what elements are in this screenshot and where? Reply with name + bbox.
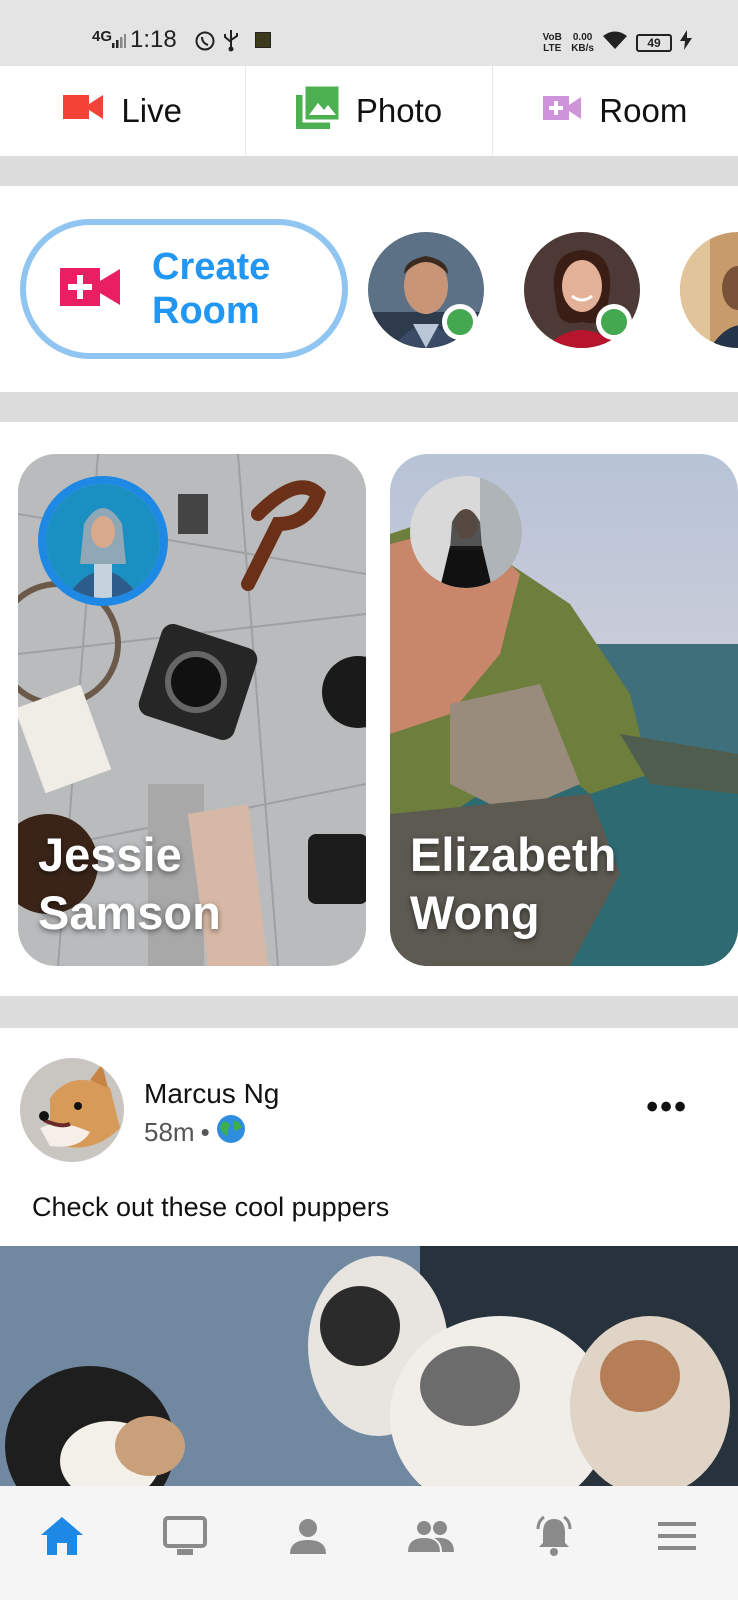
live-label: Live bbox=[121, 92, 182, 129]
online-friend-avatar[interactable] bbox=[680, 232, 738, 348]
create-room-label: Create Room bbox=[152, 245, 292, 333]
story-last-name: Wong bbox=[410, 886, 540, 939]
post-photo[interactable] bbox=[0, 1246, 738, 1486]
more-options-button[interactable]: ••• bbox=[646, 1088, 688, 1127]
photo-button[interactable]: Photo bbox=[246, 66, 493, 156]
post-author-name[interactable]: Marcus Ng bbox=[144, 1078, 279, 1110]
video-camera-icon bbox=[63, 92, 105, 130]
story-last-name: Samson bbox=[38, 886, 221, 939]
video-call-icon bbox=[543, 92, 583, 130]
post-caption: Check out these cool puppers bbox=[32, 1192, 390, 1222]
separator-dot: • bbox=[200, 1117, 210, 1147]
network-type: 4G bbox=[92, 28, 113, 45]
story-first-name: Elizabeth bbox=[410, 828, 617, 881]
online-indicator bbox=[442, 304, 478, 340]
story-owner-avatar bbox=[38, 476, 168, 606]
notifications-icon bbox=[533, 1515, 575, 1562]
home-icon bbox=[40, 1516, 83, 1560]
rooms-row: Create Room bbox=[0, 186, 738, 392]
status-bar: 4G 1:18 VoB LTE 0.00 KB/s 49 bbox=[0, 0, 738, 66]
volte-indicator: VoB LTE bbox=[542, 31, 562, 54]
story-card[interactable]: Jessie Samson bbox=[18, 454, 366, 966]
room-label: Room bbox=[599, 92, 688, 129]
story-owner-avatar bbox=[410, 476, 522, 588]
live-button[interactable]: Live bbox=[0, 66, 247, 156]
create-room-button[interactable]: Create Room bbox=[20, 219, 348, 359]
post-author-avatar[interactable] bbox=[20, 1058, 124, 1162]
create-room-line2: Room bbox=[152, 290, 260, 332]
nav-notifications[interactable] bbox=[524, 1508, 584, 1568]
photo-label: Photo bbox=[355, 92, 443, 129]
post-meta: 58m • bbox=[144, 1114, 246, 1151]
groups-icon bbox=[407, 1520, 454, 1557]
whatsapp-icon bbox=[194, 30, 216, 57]
globe-icon bbox=[216, 1114, 246, 1151]
story-owner-name: Elizabeth Wong bbox=[410, 826, 710, 942]
charging-icon bbox=[680, 30, 692, 55]
menu-icon bbox=[657, 1521, 696, 1555]
signal-icon bbox=[112, 34, 126, 53]
photo-library-icon bbox=[295, 83, 342, 137]
profile-icon bbox=[289, 1518, 326, 1559]
nav-menu[interactable] bbox=[647, 1508, 707, 1568]
story-owner-name: Jessie Samson bbox=[38, 826, 338, 942]
battery-indicator: 49 bbox=[636, 33, 672, 52]
usb-icon bbox=[222, 28, 240, 57]
online-indicator bbox=[596, 304, 632, 340]
nav-profile[interactable] bbox=[278, 1508, 338, 1568]
post-time: 58m bbox=[144, 1117, 195, 1147]
app-notification-icon bbox=[255, 32, 271, 48]
stories-row: Jessie Samson Elizabeth Wong bbox=[0, 422, 738, 996]
speed-unit: KB/s bbox=[571, 42, 594, 54]
story-card[interactable]: Elizabeth Wong bbox=[390, 454, 738, 966]
speed-value: 0.00 bbox=[572, 31, 593, 43]
wifi-icon bbox=[602, 30, 628, 55]
nav-watch[interactable] bbox=[155, 1508, 215, 1568]
network-speed: 0.00 KB/s bbox=[571, 32, 594, 54]
nav-groups[interactable] bbox=[401, 1508, 461, 1568]
story-first-name: Jessie bbox=[38, 828, 182, 881]
clock: 1:18 bbox=[130, 26, 177, 53]
create-room-line1: Create bbox=[152, 246, 271, 288]
nav-home[interactable] bbox=[32, 1508, 92, 1568]
watch-icon bbox=[162, 1515, 207, 1561]
composer-actions: Live Photo Room bbox=[0, 66, 738, 156]
bottom-navigation bbox=[0, 1486, 738, 1600]
video-call-icon bbox=[60, 266, 122, 313]
feed-post: Marcus Ng 58m • ••• Check out these cool… bbox=[0, 1028, 738, 1486]
room-button[interactable]: Room bbox=[493, 66, 738, 156]
